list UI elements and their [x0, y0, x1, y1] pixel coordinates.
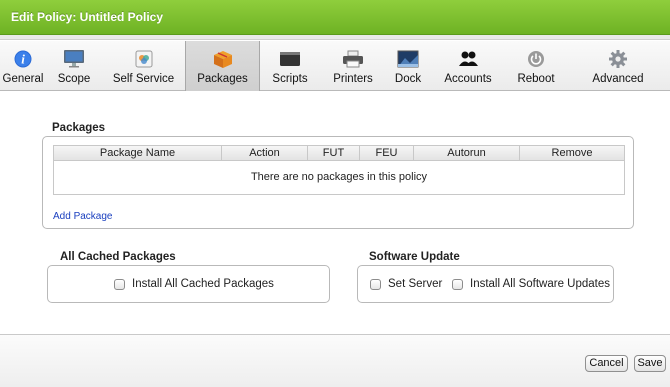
column-remove[interactable]: Remove: [520, 146, 624, 160]
script-icon: [277, 48, 303, 70]
titlebar-divider: [0, 35, 670, 40]
column-package-name[interactable]: Package Name: [54, 146, 222, 160]
tab-bar: i General Scope Self Service Packages Sc…: [0, 41, 670, 91]
save-button[interactable]: Save: [634, 355, 666, 372]
set-server-label[interactable]: Set Server: [388, 278, 442, 290]
tab-label: Packages: [197, 73, 248, 85]
install-updates-row: Install All Software Updates: [452, 278, 610, 290]
tab-accounts[interactable]: Accounts: [430, 41, 506, 91]
tab-reboot[interactable]: Reboot: [506, 41, 566, 91]
tab-label: Scripts: [272, 73, 308, 85]
install-cached-label[interactable]: Install All Cached Packages: [132, 278, 274, 290]
tab-label: General: [2, 73, 44, 85]
software-update-section-title: Software Update: [369, 251, 460, 263]
monitor-icon: [61, 48, 87, 70]
window-titlebar: Edit Policy: Untitled Policy: [0, 0, 670, 35]
packages-table-header: Package Name Action FUT FEU Autorun Remo…: [54, 146, 624, 161]
packages-section-title: Packages: [52, 122, 106, 134]
tab-label: Scope: [57, 73, 91, 85]
printer-icon: [340, 48, 366, 70]
package-icon: [210, 48, 236, 70]
tab-label: Printers: [333, 73, 373, 85]
cached-section-title: All Cached Packages: [60, 251, 176, 263]
svg-text:i: i: [21, 52, 25, 67]
install-cached-checkbox[interactable]: [114, 278, 125, 290]
tab-scope[interactable]: Scope: [46, 41, 102, 91]
packages-panel: Package Name Action FUT FEU Autorun Remo…: [42, 136, 634, 229]
install-cached-row: Install All Cached Packages: [114, 278, 274, 290]
tab-label: Reboot: [517, 73, 555, 85]
tab-advanced[interactable]: Advanced: [566, 41, 670, 91]
install-updates-label[interactable]: Install All Software Updates: [470, 278, 610, 290]
power-icon: [523, 48, 549, 70]
tab-general[interactable]: i General: [0, 41, 46, 91]
set-server-row: Set Server: [370, 278, 442, 290]
tab-label: Self Service: [112, 73, 175, 85]
column-autorun[interactable]: Autorun: [414, 146, 520, 160]
column-fut[interactable]: FUT: [308, 146, 360, 160]
info-icon: i: [10, 48, 36, 70]
packages-table: Package Name Action FUT FEU Autorun Remo…: [53, 145, 625, 195]
accounts-icon: [455, 48, 481, 70]
gear-icon: [605, 48, 631, 70]
cancel-button[interactable]: Cancel: [585, 355, 628, 372]
tab-scripts[interactable]: Scripts: [260, 41, 320, 91]
tab-packages[interactable]: Packages: [185, 41, 260, 91]
tab-label: Advanced: [592, 73, 644, 85]
packages-empty-message: There are no packages in this policy: [250, 171, 428, 183]
install-updates-checkbox[interactable]: [452, 278, 463, 290]
window-title: Edit Policy: Untitled Policy: [11, 10, 164, 24]
self-service-icon: [131, 48, 157, 70]
column-action[interactable]: Action: [222, 146, 308, 160]
tab-printers[interactable]: Printers: [320, 41, 386, 91]
cached-packages-panel: Install All Cached Packages: [47, 265, 330, 303]
tab-dock[interactable]: Dock: [386, 41, 430, 91]
add-package-link[interactable]: Add Package: [53, 211, 113, 222]
software-update-panel: Set Server Install All Software Updates: [357, 265, 614, 303]
tab-label: Dock: [394, 73, 422, 85]
set-server-checkbox[interactable]: [370, 278, 381, 290]
tab-label: Accounts: [444, 73, 492, 85]
column-feu[interactable]: FEU: [360, 146, 414, 160]
tab-self-service[interactable]: Self Service: [102, 41, 185, 91]
dock-icon: [395, 48, 421, 70]
footer-bar: Cancel Save: [0, 334, 670, 387]
